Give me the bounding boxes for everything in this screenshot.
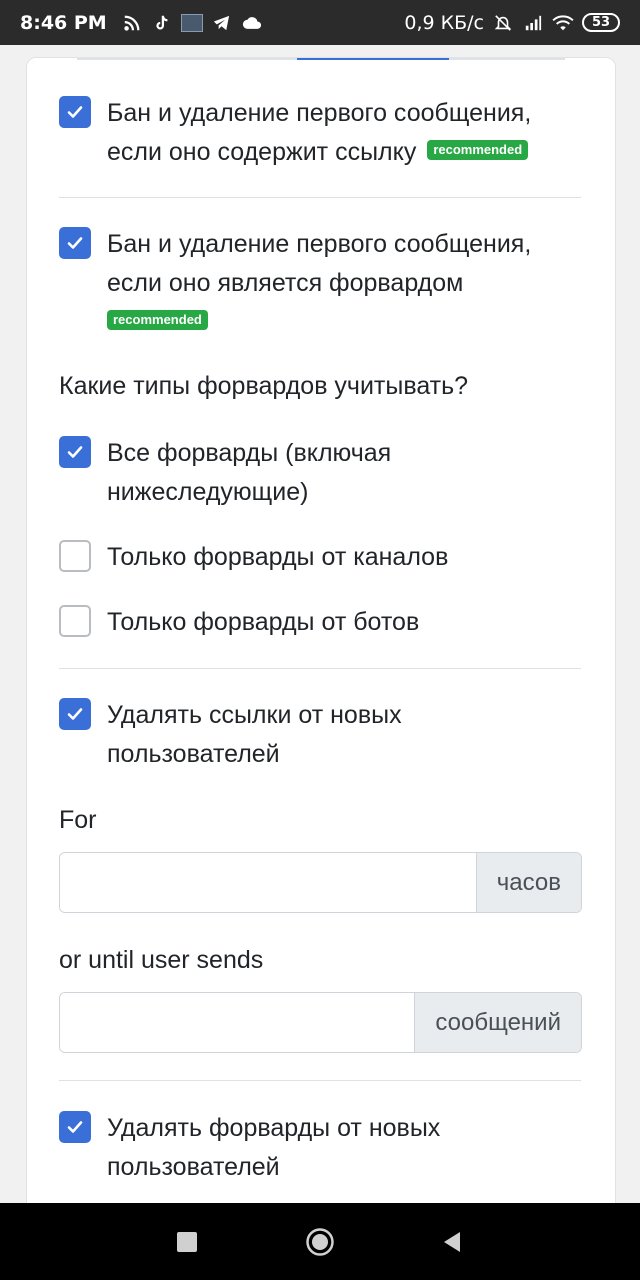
- clock: 8:46 PM: [20, 11, 107, 34]
- for-label: For: [59, 806, 97, 834]
- status-bar: 8:46 PM 0,9 КБ/с 53: [0, 0, 640, 45]
- ban-link-option[interactable]: Бан и удаление первого сообщения, если о…: [59, 94, 554, 172]
- check-icon: [67, 446, 83, 458]
- status-bar-right: 0,9 КБ/с 53: [404, 12, 620, 34]
- forward-channels-checkbox[interactable]: [59, 540, 91, 572]
- forward-bots-option[interactable]: Только форварды от ботов: [59, 603, 554, 642]
- active-tab-indicator: [297, 58, 449, 60]
- ban-link-label: Бан и удаление первого сообщения, если о…: [107, 94, 554, 172]
- until-label: or until user sends: [59, 946, 264, 974]
- back-icon[interactable]: [437, 1227, 467, 1257]
- divider: [59, 668, 581, 669]
- ban-forward-label: Бан и удаление первого сообщения, если о…: [107, 225, 554, 342]
- hours-input[interactable]: [60, 853, 476, 912]
- page-content: Бан и удаление первого сообщения, если о…: [0, 45, 640, 1203]
- hours-input-group: часов: [59, 852, 582, 913]
- signal-icon: [522, 12, 544, 34]
- recommended-badge: recommended: [107, 310, 208, 330]
- hours-addon: часов: [475, 853, 581, 912]
- forward-all-label: Все форварды (включая нижеследующие): [107, 439, 392, 506]
- divider: [59, 1080, 581, 1081]
- messages-input[interactable]: [60, 993, 415, 1052]
- ban-link-checkbox[interactable]: [59, 96, 91, 128]
- check-icon: [67, 106, 83, 118]
- settings-card: Бан и удаление первого сообщения, если о…: [26, 57, 616, 1203]
- check-icon: [67, 237, 83, 249]
- check-icon: [67, 1121, 83, 1133]
- wifi-icon: [552, 12, 574, 34]
- check-icon: [67, 708, 83, 720]
- network-speed: 0,9 КБ/с: [404, 11, 484, 34]
- divider: [59, 197, 581, 198]
- ban-forward-checkbox[interactable]: [59, 227, 91, 259]
- status-bar-left: 8:46 PM: [20, 12, 263, 34]
- forward-bots-checkbox[interactable]: [59, 605, 91, 637]
- delete-forwards-new-option[interactable]: Удалять форварды от новых пользователей: [59, 1109, 554, 1187]
- forward-all-option[interactable]: Все форварды (включая нижеследующие): [59, 434, 554, 512]
- image-thumbnail-icon: [180, 13, 203, 32]
- cloud-icon: [241, 12, 263, 34]
- forward-channels-label: Только форварды от каналов: [107, 543, 449, 571]
- recommended-badge: recommended: [427, 140, 529, 160]
- delete-forwards-new-label: Удалять форварды от новых пользователей: [107, 1114, 441, 1181]
- delete-links-new-label: Удалять ссылки от новых пользователей: [107, 701, 402, 768]
- ban-forward-option[interactable]: Бан и удаление первого сообщения, если о…: [59, 225, 554, 342]
- tiktok-icon: [151, 12, 173, 34]
- forward-channels-option[interactable]: Только форварды от каналов: [59, 538, 554, 577]
- forward-types-question: Какие типы форвардов учитывать?: [59, 372, 469, 400]
- messages-input-group: сообщений: [59, 992, 582, 1053]
- battery-indicator: 53: [582, 13, 620, 32]
- home-icon[interactable]: [305, 1227, 335, 1257]
- messages-addon: сообщений: [414, 993, 581, 1052]
- forward-bots-label: Только форварды от ботов: [107, 608, 420, 636]
- delete-links-new-checkbox[interactable]: [59, 698, 91, 730]
- forward-all-checkbox[interactable]: [59, 436, 91, 468]
- bell-off-icon: [492, 12, 514, 34]
- telegram-icon: [211, 12, 233, 34]
- delete-links-new-option[interactable]: Удалять ссылки от новых пользователей: [59, 696, 554, 774]
- delete-forwards-new-checkbox[interactable]: [59, 1111, 91, 1143]
- rss-icon: [121, 12, 143, 34]
- ban-forward-text: Бан и удаление первого сообщения, если о…: [107, 230, 532, 297]
- navigation-bar: [0, 1203, 640, 1280]
- recent-apps-icon[interactable]: [172, 1227, 202, 1257]
